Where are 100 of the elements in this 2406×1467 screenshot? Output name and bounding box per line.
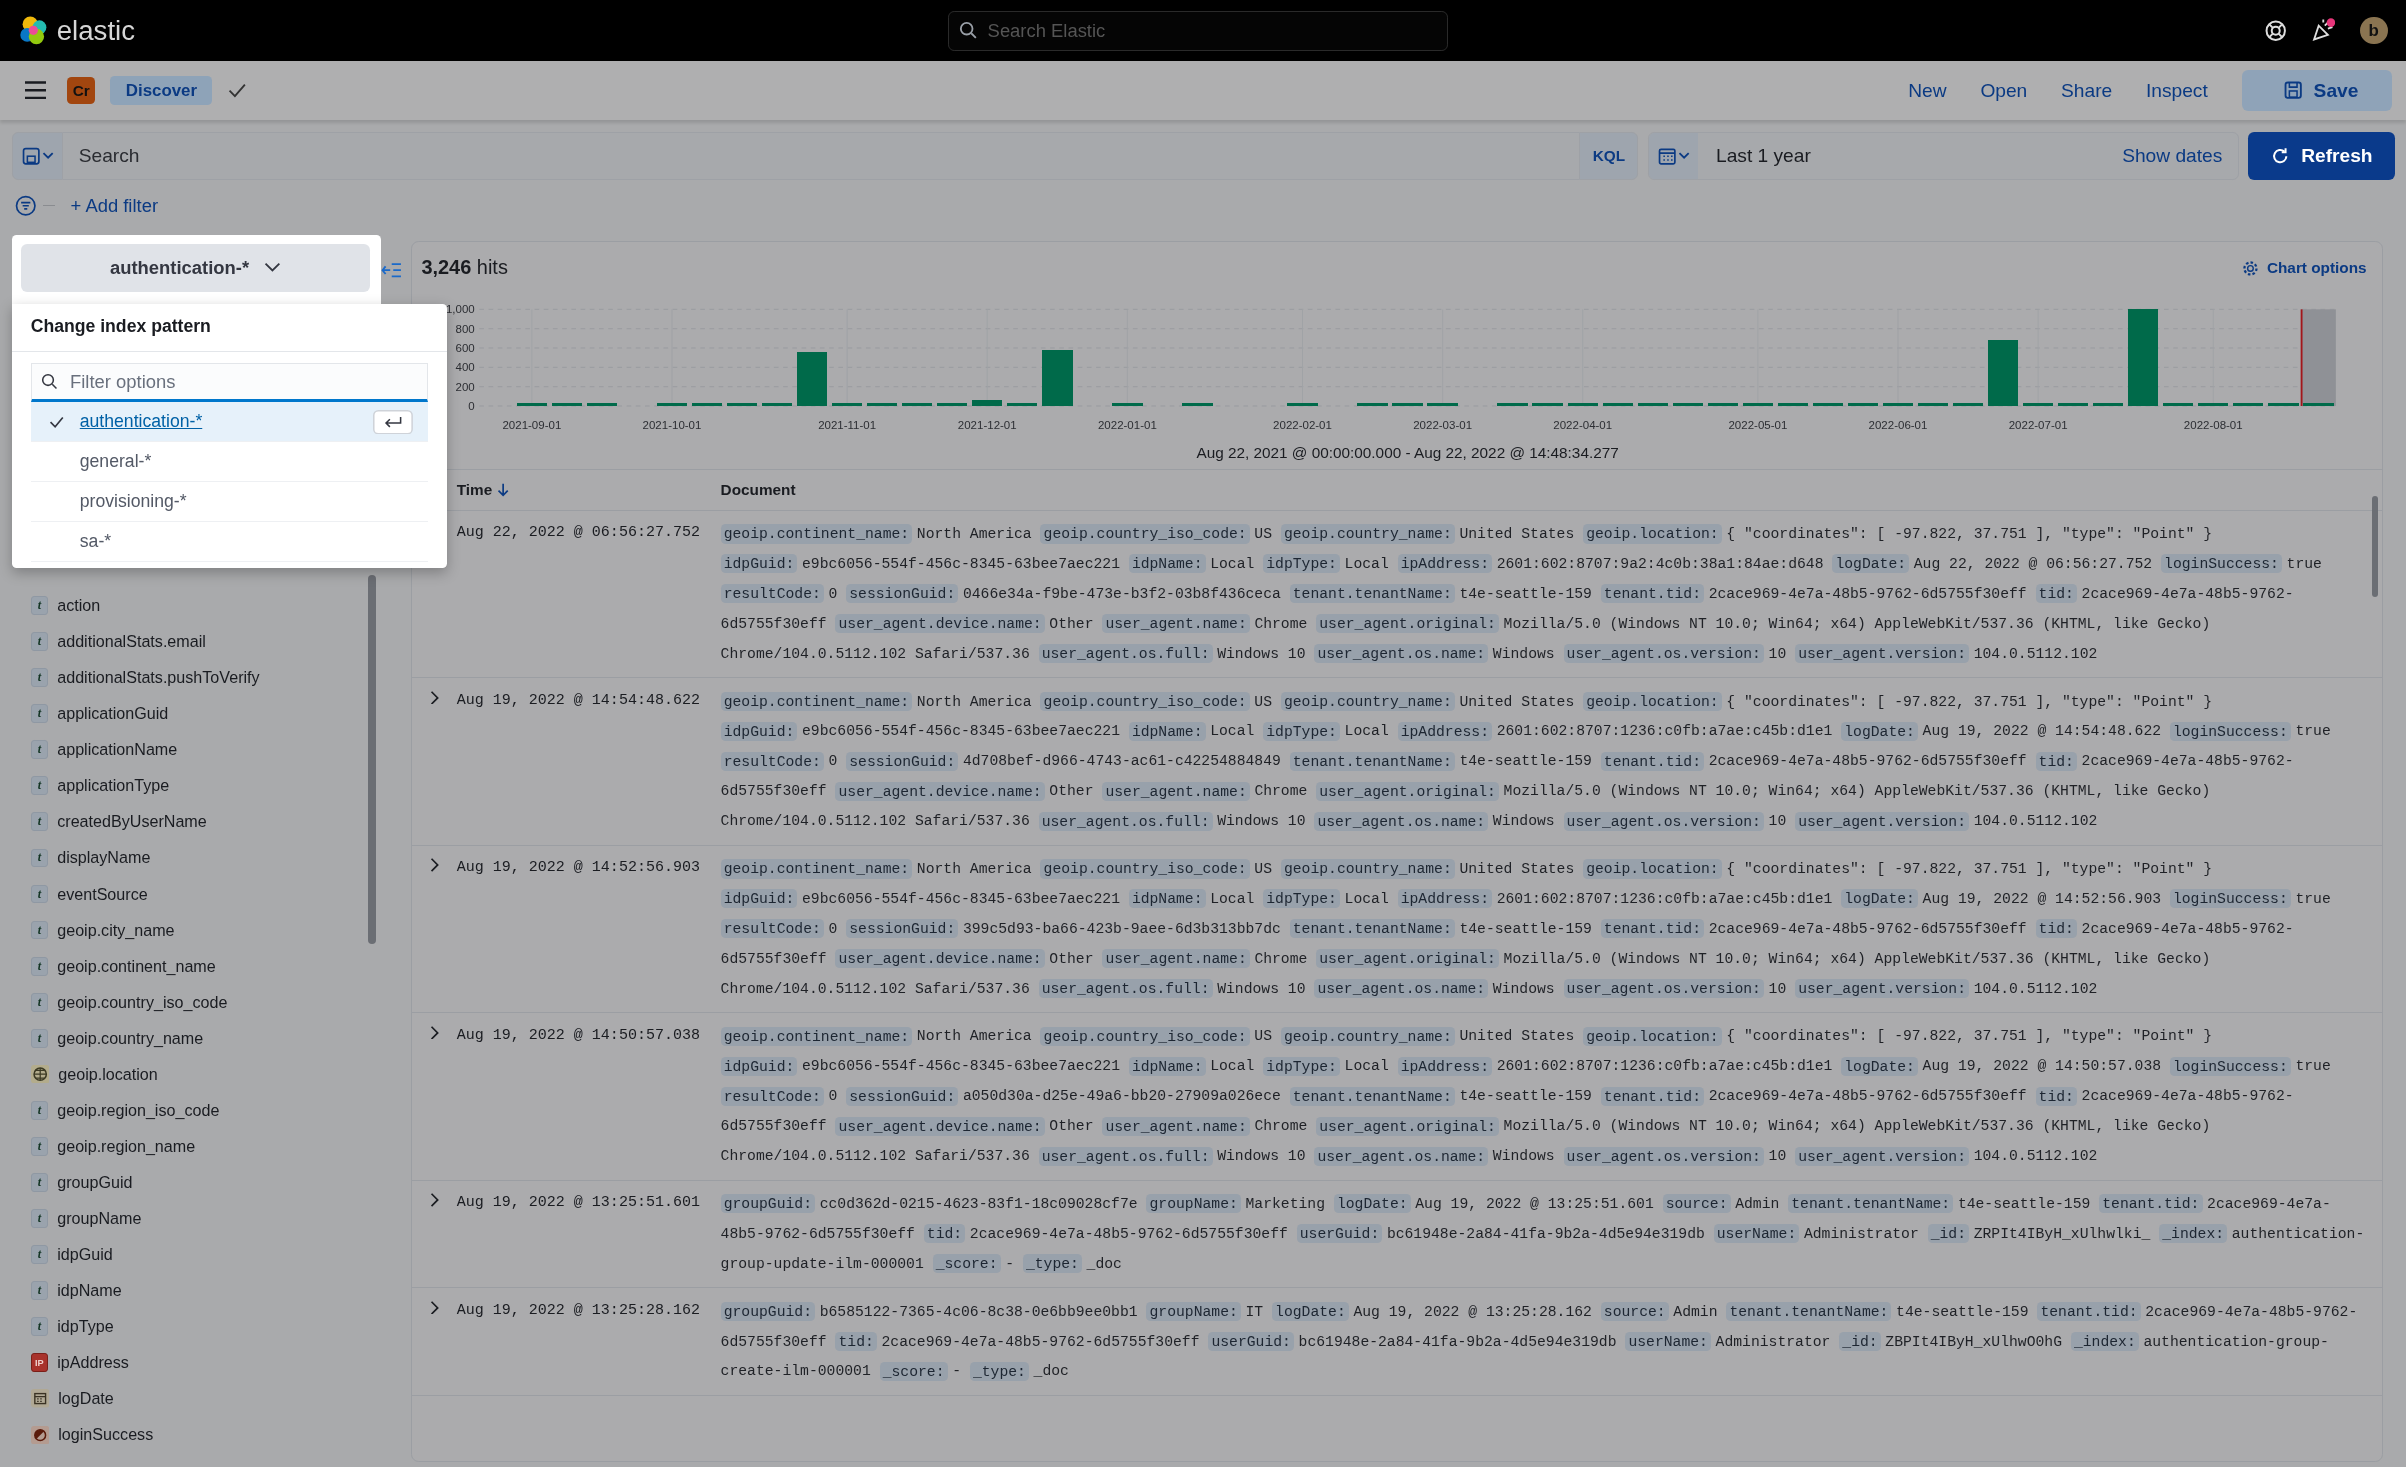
- histogram-bar[interactable]: [2093, 403, 2124, 406]
- add-filter-link[interactable]: + Add filter: [70, 194, 158, 217]
- field-list-item[interactable]: t idpType: [12, 1308, 402, 1345]
- field-list-item[interactable]: t geoip.region_name: [12, 1128, 402, 1165]
- timestamp: Aug 19, 2022 @ 14:52:56.903: [456, 857, 701, 877]
- collapse-icon[interactable]: [380, 260, 402, 280]
- histogram-bar[interactable]: [2198, 403, 2229, 406]
- field-list-item[interactable]: t geoip.region_iso_code: [12, 1092, 402, 1129]
- string-type-icon: t: [30, 776, 48, 796]
- histogram-bar[interactable]: [1743, 403, 1774, 406]
- x-tick-label: 2021-09-01: [502, 419, 562, 432]
- column-header[interactable]: Time: [456, 480, 721, 499]
- histogram-bar[interactable]: [727, 403, 758, 406]
- histogram-bar[interactable]: [1497, 403, 1529, 406]
- histogram-bar[interactable]: [1953, 403, 1984, 406]
- menu-link[interactable]: Inspect: [2145, 79, 2208, 102]
- menu-link[interactable]: Share: [2061, 79, 2113, 102]
- histogram-bar[interactable]: [1673, 403, 1704, 406]
- filter-icon[interactable]: [15, 194, 37, 217]
- query-language-button[interactable]: KQL: [1579, 131, 1639, 180]
- scrollbar[interactable]: [368, 575, 376, 944]
- field-list-item[interactable]: logDate: [12, 1380, 402, 1417]
- histogram-bar[interactable]: [937, 403, 968, 406]
- x-tick-label: 2022-06-01: [1869, 419, 1928, 432]
- histogram-bar[interactable]: [902, 403, 933, 406]
- field-list-item[interactable]: t geoip.continent_name: [12, 948, 402, 985]
- histogram-bar[interactable]: [1638, 403, 1669, 406]
- search-field[interactable]: Search Elastic: [948, 10, 1449, 51]
- histogram-bar[interactable]: [1603, 403, 1634, 406]
- menu-link[interactable]: Open: [1980, 79, 2028, 102]
- histogram-bar[interactable]: [517, 403, 548, 406]
- histogram-bar[interactable]: [972, 400, 1003, 406]
- histogram-bar[interactable]: [1007, 403, 1038, 406]
- menu-icon[interactable]: [24, 81, 46, 100]
- histogram-bar[interactable]: [2128, 309, 2159, 406]
- histogram-bar[interactable]: [2233, 403, 2264, 406]
- histogram-bar[interactable]: [1918, 403, 1949, 406]
- histogram-bar[interactable]: [692, 403, 723, 406]
- field-list-item[interactable]: t geoip.country_iso_code: [12, 984, 402, 1021]
- save-button[interactable]: Save: [2241, 70, 2393, 111]
- histogram-bar[interactable]: [1532, 403, 1564, 406]
- timestamp: Aug 19, 2022 @ 14:50:57.038: [456, 1024, 701, 1044]
- histogram-bar[interactable]: [1988, 340, 2019, 406]
- histogram-bar[interactable]: [1848, 403, 1879, 406]
- date-picker[interactable]: Last 1 year Show dates: [1647, 131, 2239, 180]
- histogram-bar[interactable]: [552, 403, 583, 406]
- histogram-bar[interactable]: [1708, 403, 1739, 406]
- histogram-bar[interactable]: [1182, 403, 1214, 406]
- time-range-label: Aug 22, 2021 @ 00:00:00.000 - Aug 22, 2022 @ 14:48:34.277: [1196, 444, 1620, 462]
- user-avatar[interactable]: b: [2359, 16, 2388, 45]
- histogram-bar[interactable]: [657, 403, 688, 406]
- menu-link[interactable]: New: [1908, 79, 1947, 102]
- search-field[interactable]: Search: [63, 131, 1580, 180]
- field-list-item[interactable]: loginSuccess: [12, 1416, 402, 1453]
- histogram-bar[interactable]: [1883, 403, 1914, 406]
- histogram-bar[interactable]: [2163, 403, 2194, 406]
- document-summary: geoip.continent_name: North America geoip.country_iso_code: US geoip.country_name: United States geoip.location: { "coordinates": [ -97.822, 37.751 ], "type": "Point" } idpGuid: e9bc6056-554f-456c-8345-63bee7aec221 idpName: Local idpType: Local ipAddress: 2601:602:8707:1236:c0fb:a7ae:c45b:d1e1 logDate: Aug 19, 2022 @ 14:54:48.622 loginSuccess: true resultCode: 0 sessionGuid: 4d708bef-d966-4743-ac61-c42254884849 tenant.tenantName: t4e-seattle-159 tenant.tid: 2cace969-4e7a-48b5-9762-6d5755f30eff tid: 2cace969-4e7a-48b5-9762-6d5755f30eff user_agent.device.name: Other user_agent.name: Chrome user_agent.original: Mozilla/5.0 (Windows NT 10.0; Win64; x64) AppleWebKit/537.36 (KHTML, like Gecko) Chrome/104.0.5112.102 Safari/537.36 user_agent.os.full: Windows 10 user_agent.os.name: Windows user_agent.os.version: 10 user_agent.version: 104.0.5112.102: [720, 690, 2332, 833]
- histogram-bar[interactable]: [2023, 403, 2054, 406]
- histogram-bar[interactable]: [1567, 403, 1599, 406]
- field-list-item[interactable]: geoip.location: [12, 1056, 402, 1093]
- histogram-bar[interactable]: [2058, 403, 2089, 406]
- histogram-bar[interactable]: [1778, 403, 1809, 406]
- field-list-item[interactable]: IP ipAddress: [12, 1344, 402, 1381]
- refresh-button[interactable]: Refresh: [2247, 131, 2396, 180]
- column-header: Document: [720, 480, 796, 499]
- gear-icon: [2242, 259, 2260, 277]
- field-list-item[interactable]: t idpName: [12, 1272, 402, 1309]
- histogram-bar[interactable]: [762, 403, 793, 406]
- saved-query-button[interactable]: [12, 131, 64, 180]
- index-pattern-button[interactable]: authentication-*: [21, 243, 370, 292]
- histogram-bar[interactable]: [832, 403, 863, 406]
- histogram-bar[interactable]: [1427, 403, 1459, 406]
- string-type-icon: t: [30, 1245, 48, 1264]
- histogram-bar[interactable]: [797, 351, 828, 406]
- histogram-bar[interactable]: [1287, 403, 1319, 406]
- chart-options-button[interactable]: Chart options: [2242, 258, 2367, 277]
- string-type-icon: t: [30, 992, 48, 1012]
- hit-count: 3,246 hits: [421, 256, 508, 280]
- histogram-bar[interactable]: [1392, 403, 1424, 406]
- party-popper-icon[interactable]: [2310, 18, 2336, 43]
- field-list-item[interactable]: t groupGuid: [12, 1164, 402, 1201]
- document-summary: geoip.continent_name: North America geoip.country_iso_code: US geoip.country_name: United States geoip.location: { "coordinates": [ -97.822, 37.751 ], "type": "Point" } idpGuid: e9bc6056-554f-456c-8345-63bee7aec221 idpName: Local idpType: Local ipAddress: 2601:602:8707:9a2:4c0b:38a1:84ae:d648 logDate: Aug 22, 2022 @ 06:56:27.752 loginSuccess: true resultCode: 0 sessionGuid: 0466e34a-f9be-473e-b3f2-03b8f436ceca tenant.tenantName: t4e-seattle-159 tenant.tid: 2cace969-4e7a-48b5-9762-6d5755f30eff tid: 2cace969-4e7a-48b5-9762-6d5755f30eff user_agent.device.name: Other user_agent.name: Chrome user_agent.original: Mozilla/5.0 (Windows NT 10.0; Win64; x64) AppleWebKit/537.36 (KHTML, like Gecko) Chrome/104.0.5112.102 Safari/537.36 user_agent.os.full: Windows 10 user_agent.os.name: Windows user_agent.os.version: 10 user_agent.version: 104.0.5112.102: [720, 523, 2323, 666]
- string-type-icon: t: [30, 1209, 48, 1228]
- histogram-bar[interactable]: [587, 403, 618, 406]
- app-breadcrumb[interactable]: Discover: [110, 75, 213, 106]
- sort-down-icon[interactable]: [496, 482, 510, 497]
- filter-field[interactable]: Filter options: [30, 362, 429, 403]
- index-pattern-option[interactable]: authentication-*: [30, 402, 429, 443]
- boolean-type-icon: [30, 1425, 50, 1444]
- scrollbar[interactable]: [2372, 495, 2379, 597]
- field-list-item[interactable]: t groupName: [12, 1200, 402, 1237]
- histogram-bar[interactable]: [1813, 403, 1844, 406]
- field-list-item[interactable]: t idpGuid: [12, 1236, 402, 1273]
- histogram-bar[interactable]: [867, 403, 898, 406]
- show-dates-link[interactable]: Show dates: [2122, 144, 2238, 167]
- string-type-icon: t: [30, 1317, 48, 1336]
- field-list-item[interactable]: t geoip.country_name: [12, 1020, 402, 1057]
- help-icon[interactable]: [2264, 19, 2287, 42]
- quick-select-button[interactable]: [1648, 132, 1698, 179]
- histogram-bar[interactable]: [1357, 403, 1389, 406]
